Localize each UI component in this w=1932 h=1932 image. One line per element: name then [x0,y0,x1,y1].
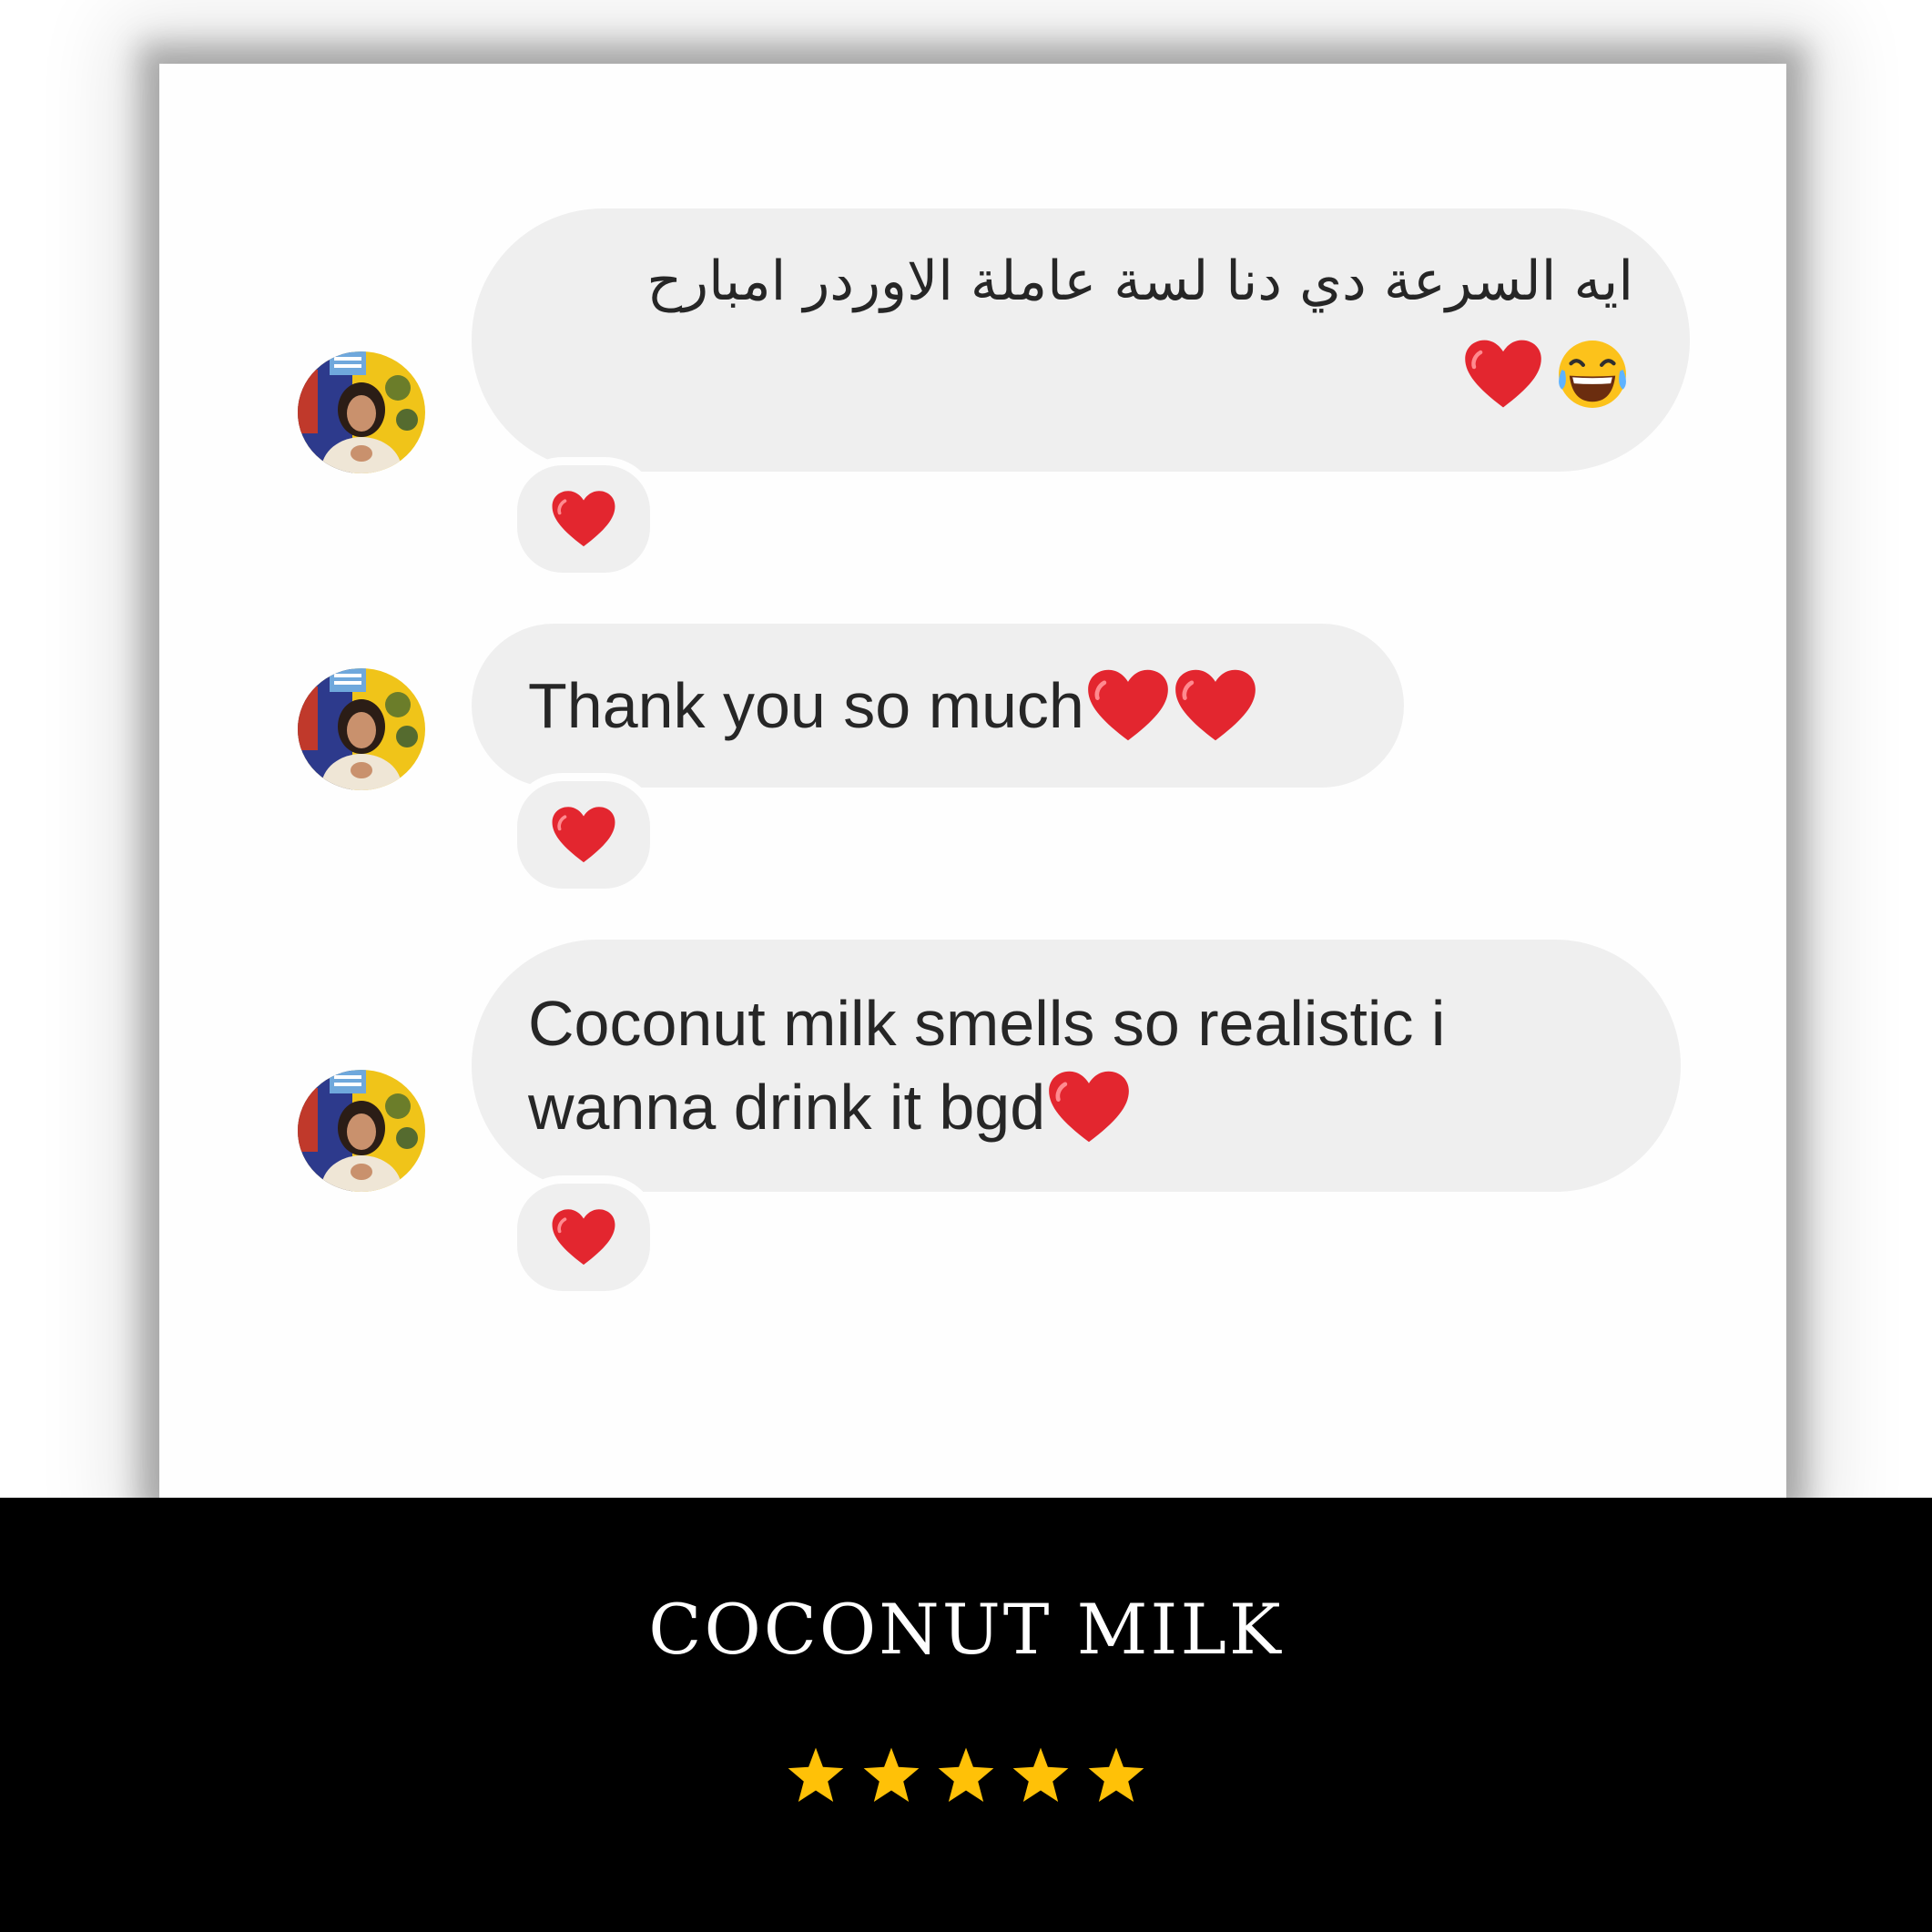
avatar[interactable] [298,1070,425,1192]
message-text-arabic: ايه السرعة دي دنا لسة عاملة الاوردر امبا… [646,249,1633,313]
product-footer: COCONUT MILK [0,1498,1932,1932]
message-text-line2-wrap: wanna drink it bgd [528,1065,1133,1149]
star-icon [786,1745,846,1805]
heart-icon [1045,1069,1133,1145]
avatar-image [298,668,425,790]
heart-icon [549,805,618,865]
heart-icon [1462,338,1544,411]
chat-card: ايه السرعة دي دنا لسة عاملة الاوردر امبا… [159,64,1786,1498]
heart-icon [1172,667,1259,744]
rating-stars [0,1745,1932,1810]
star-icon [1086,1745,1146,1805]
message-bubble[interactable]: Thank you so much [472,624,1404,788]
message-bubble[interactable]: ايه السرعة دي دنا لسة عاملة الاوردر امبا… [472,208,1690,472]
heart-icon [549,1207,618,1267]
avatar-image [298,351,425,473]
star-icon [1011,1745,1071,1805]
message-text: Thank you so much [528,670,1084,741]
message-content: Thank you so much [528,664,1259,747]
avatar[interactable] [298,668,425,790]
reaction-badge[interactable] [509,1175,658,1299]
avatar[interactable] [298,351,425,473]
reaction-badge[interactable] [509,457,658,581]
heart-icon [549,489,618,549]
message-emojis [1462,336,1633,411]
message-bubble[interactable]: Coconut milk smells so realistic i wanna… [472,940,1681,1192]
avatar-image [298,1070,425,1192]
laughing-tears-icon [1551,336,1633,412]
product-name: COCONUT MILK [648,1589,1284,1670]
star-icon [936,1745,996,1805]
star-icon [861,1745,921,1805]
message-text-line2: wanna drink it bgd [528,1072,1046,1143]
reaction-badge[interactable] [509,773,658,897]
message-text-line1: Coconut milk smells so realistic i [528,988,1446,1059]
heart-icon [1084,667,1172,744]
